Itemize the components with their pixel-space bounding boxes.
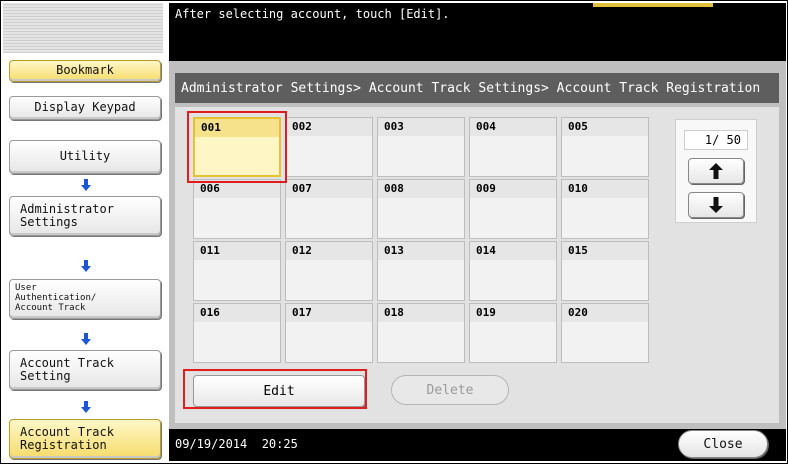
- account-tile-012[interactable]: 012: [285, 241, 373, 301]
- account-number: 013: [378, 242, 464, 260]
- account-tile-005[interactable]: 005: [561, 117, 649, 177]
- account-tile-007[interactable]: 007: [285, 179, 373, 239]
- account-number: 002: [286, 118, 372, 136]
- delete-button[interactable]: Delete: [391, 375, 509, 405]
- display-keypad-button[interactable]: Display Keypad: [9, 96, 161, 120]
- arrow-down-icon: [81, 179, 91, 191]
- arrow-down-icon: [81, 401, 91, 413]
- arrow-down-icon: [709, 197, 723, 213]
- status-bar: 09/19/2014 20:25 Close: [169, 429, 786, 461]
- account-track-registration-button[interactable]: Account Track Registration: [9, 419, 161, 459]
- date-text: 09/19/2014: [175, 437, 248, 451]
- account-tile-014[interactable]: 014: [469, 241, 557, 301]
- account-number: 018: [378, 304, 464, 322]
- account-tile-013[interactable]: 013: [377, 241, 465, 301]
- breadcrumb: Administrator Settings> Account Track Se…: [175, 73, 779, 103]
- account-tile-010[interactable]: 010: [561, 179, 649, 239]
- administrator-settings-button[interactable]: Administrator Settings: [9, 196, 161, 236]
- account-number: 019: [470, 304, 556, 322]
- account-number: 011: [194, 242, 280, 260]
- left-nav-header: [3, 3, 163, 53]
- arrow-down-icon: [81, 333, 91, 345]
- page-indicator: 1/ 50: [684, 130, 748, 150]
- account-tile-004[interactable]: 004: [469, 117, 557, 177]
- instruction-text: After selecting account, touch [Edit].: [175, 7, 450, 21]
- date-time: 09/19/2014 20:25: [175, 437, 298, 451]
- account-number: 003: [378, 118, 464, 136]
- account-tile-008[interactable]: 008: [377, 179, 465, 239]
- account-number: 020: [562, 304, 648, 322]
- account-tile-003[interactable]: 003: [377, 117, 465, 177]
- account-number: 007: [286, 180, 372, 198]
- main-panel: Administrator Settings> Account Track Se…: [169, 61, 786, 429]
- page-navigation: 1/ 50: [675, 119, 757, 223]
- account-number: 009: [470, 180, 556, 198]
- account-number: 016: [194, 304, 280, 322]
- account-tile-020[interactable]: 020: [561, 303, 649, 363]
- account-tile-009[interactable]: 009: [469, 179, 557, 239]
- top-indicator: [593, 3, 713, 7]
- account-number: 005: [562, 118, 648, 136]
- left-nav-panel: Bookmark Display Keypad Utility Administ…: [3, 3, 168, 461]
- arrow-down-icon: [81, 260, 91, 272]
- account-tile-002[interactable]: 002: [285, 117, 373, 177]
- account-number: 008: [378, 180, 464, 198]
- highlight-account-001: [187, 111, 287, 183]
- user-authentication-account-track-button[interactable]: User Authentication/ Account Track: [9, 279, 161, 319]
- page-up-button[interactable]: [688, 158, 744, 184]
- arrow-up-icon: [709, 163, 723, 179]
- account-number: 014: [470, 242, 556, 260]
- account-tile-016[interactable]: 016: [193, 303, 281, 363]
- account-tile-015[interactable]: 015: [561, 241, 649, 301]
- account-number: 004: [470, 118, 556, 136]
- time-text: 20:25: [261, 437, 298, 451]
- close-button[interactable]: Close: [678, 430, 768, 458]
- utility-button[interactable]: Utility: [9, 140, 161, 174]
- instruction-bar: After selecting account, touch [Edit].: [169, 3, 786, 61]
- device-screen: Bookmark Display Keypad Utility Administ…: [0, 0, 788, 464]
- page-down-button[interactable]: [688, 192, 744, 218]
- account-list-panel: 001 002 003 004 005 006 007 008 009 010 …: [175, 107, 779, 423]
- bookmark-button[interactable]: Bookmark: [9, 60, 161, 82]
- account-tile-011[interactable]: 011: [193, 241, 281, 301]
- account-number: 010: [562, 180, 648, 198]
- account-tile-006[interactable]: 006: [193, 179, 281, 239]
- account-number: 017: [286, 304, 372, 322]
- account-track-setting-button[interactable]: Account Track Setting: [9, 350, 161, 390]
- account-tile-019[interactable]: 019: [469, 303, 557, 363]
- account-number: 015: [562, 242, 648, 260]
- account-tile-018[interactable]: 018: [377, 303, 465, 363]
- account-tile-017[interactable]: 017: [285, 303, 373, 363]
- account-number: 012: [286, 242, 372, 260]
- highlight-edit-button: [183, 369, 367, 409]
